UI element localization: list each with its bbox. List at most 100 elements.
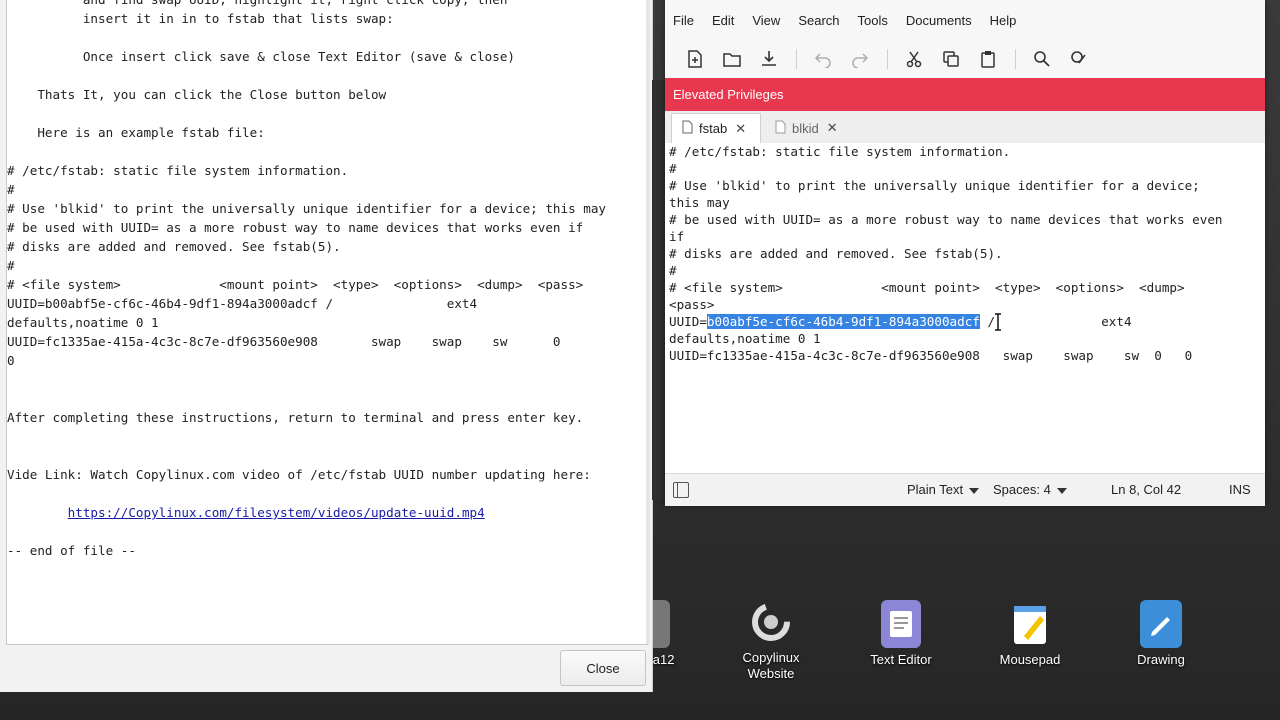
spaces-selector[interactable]: Spaces: 4 (993, 482, 1067, 497)
search-icon[interactable] (1024, 44, 1060, 74)
editor-line: # be used with UUID= as a more robust wa… (669, 212, 1223, 227)
instructions-text: and find swap UUID, highlight it, right … (7, 0, 647, 560)
text-line: # (7, 182, 15, 197)
end-of-file-text: -- end of file -- (7, 543, 136, 558)
text-line: # be used with UUID= as a more robust wa… (7, 220, 584, 235)
editor-text-area[interactable]: # /etc/fstab: static file system informa… (665, 143, 1265, 473)
toolbar-separator (796, 49, 797, 69)
file-icon (775, 120, 786, 137)
open-icon[interactable] (714, 44, 750, 74)
toolbar (665, 40, 1265, 78)
desktop-icon-text-editor[interactable]: Text Editor (851, 600, 951, 668)
toolbar-separator (1015, 49, 1016, 69)
refresh-logo-icon (745, 598, 797, 646)
text-line: # Use 'blkid' to print the universally u… (7, 201, 606, 216)
editor-line: <pass> (669, 297, 715, 312)
desktop-icon-label: Copylinux Website (742, 650, 800, 681)
desktop-icon-label: Drawing (1137, 652, 1185, 667)
menu-bar: File Edit View Search Tools Documents He… (665, 0, 1265, 40)
text-line: insert it in in to fstab that lists swap… (82, 11, 394, 26)
text-line: and find swap UUID, highlight it, right … (7, 0, 508, 7)
tab-blkid[interactable]: blkid ✕ (765, 113, 855, 143)
toolbar-separator (887, 49, 888, 69)
editor-lines-before: # /etc/fstab: static file system informa… (669, 144, 1223, 312)
menu-edit[interactable]: Edit (712, 13, 734, 28)
menu-file[interactable]: File (673, 13, 694, 28)
tab-fstab[interactable]: fstab ✕ (671, 113, 761, 143)
editor-line: this may (669, 195, 730, 210)
text-editor-icon (881, 600, 921, 648)
insert-mode: INS (1229, 482, 1251, 497)
close-button[interactable]: Close (560, 650, 646, 686)
desktop-icon-copylinux-website[interactable]: Copylinux Website (721, 598, 821, 682)
desktop-icon-label: Text Editor (870, 652, 932, 667)
paste-icon[interactable] (970, 44, 1006, 74)
close-tab-icon[interactable]: ✕ (827, 120, 838, 136)
cut-icon[interactable] (896, 44, 932, 74)
syntax-label: Plain Text (907, 482, 964, 497)
cursor-position: Ln 8, Col 42 (1111, 482, 1182, 497)
desktop-icon-drawing[interactable]: Drawing (1111, 600, 1211, 668)
tab-label: fstab (699, 121, 728, 136)
close-tab-icon[interactable]: ✕ (735, 121, 746, 137)
chevron-down-icon (969, 487, 980, 494)
status-bar: Plain Text Spaces: 4 Ln 8, Col 42 INS (665, 473, 1265, 506)
uuid-prefix: UUID= (669, 314, 707, 329)
text-editor-window: File Edit View Search Tools Documents He… (665, 0, 1265, 506)
elevated-privileges-bar: Elevated Privileges (665, 78, 1265, 111)
file-icon (682, 120, 693, 137)
video-link[interactable]: https://Copylinux.com/filesystem/videos/… (68, 505, 485, 520)
desktop-icon-label: Mousepad (999, 652, 1061, 667)
text-line: defaults,noatime 0 1 (7, 315, 159, 330)
editor-content: # /etc/fstab: static file system informa… (665, 143, 1265, 364)
text-line: # disks are added and removed. See fstab… (7, 239, 341, 254)
text-line: Vide Link: Watch Copylinux.com video of … (7, 467, 591, 482)
editor-line: UUID=fc1335ae-415a-4c3c-8c7e-df963560e90… (669, 348, 1193, 363)
text-line: Thats It, you can click the Close button… (37, 87, 387, 102)
text-line: Once insert click save & close Text Edit… (82, 49, 515, 64)
scrollbar[interactable] (646, 0, 650, 644)
editor-line: # Use 'blkid' to print the universally u… (669, 178, 1200, 193)
editor-line: if (669, 229, 685, 244)
text-line: UUID=fc1335ae-415a-4c3c-8c7e-df963560e90… (7, 334, 561, 349)
uuid-suffix: / ext4 (979, 314, 1132, 329)
menu-tools[interactable]: Tools (858, 13, 888, 28)
save-icon[interactable] (751, 44, 787, 74)
copy-icon[interactable] (933, 44, 969, 74)
terminal-window-edge (652, 80, 665, 500)
redo-icon[interactable] (842, 44, 878, 74)
menu-search[interactable]: Search (798, 13, 839, 28)
undo-icon[interactable] (805, 44, 841, 74)
editor-lines-after: defaults,noatime 0 1 UUID=fc1335ae-415a-… (669, 331, 1192, 363)
text-cursor-icon (995, 313, 1001, 331)
drawing-icon (1140, 600, 1182, 648)
editor-line: # disks are added and removed. See fstab… (669, 246, 1003, 261)
text-line: # (7, 258, 15, 273)
selected-uuid: b00abf5e-cf6c-46b4-9df1-894a3000adcf (706, 314, 980, 329)
editor-line: # <file system> <mount point> <type> <op… (669, 280, 1185, 295)
instructions-window: and find swap UUID, highlight it, right … (0, 0, 653, 692)
text-line: After completing these instructions, ret… (7, 410, 584, 425)
text-line: UUID=b00abf5e-cf6c-46b4-9df1-894a3000adc… (7, 296, 478, 311)
chevron-down-icon (1056, 487, 1067, 494)
spaces-label: Spaces: 4 (993, 482, 1051, 497)
tab-label: blkid (792, 120, 819, 136)
tab-bar: fstab ✕ blkid ✕ (665, 111, 1265, 144)
text-line: 0 (7, 353, 15, 368)
menu-view[interactable]: View (752, 13, 780, 28)
editor-line: # (669, 263, 677, 278)
text-line: # <file system> <mount point> <type> <op… (7, 277, 584, 292)
syntax-selector[interactable]: Plain Text (907, 482, 980, 497)
new-document-icon[interactable] (677, 44, 713, 74)
editor-line: # (669, 161, 677, 176)
sidebar-toggle-icon[interactable] (673, 482, 689, 498)
editor-line: defaults,noatime 0 1 (669, 331, 821, 346)
desktop-icon-mousepad[interactable]: Mousepad (980, 600, 1080, 668)
menu-documents[interactable]: Documents (906, 13, 972, 28)
menu-help[interactable]: Help (990, 13, 1017, 28)
instructions-text-view[interactable]: and find swap UUID, highlight it, right … (6, 0, 648, 645)
replace-icon[interactable] (1061, 44, 1097, 74)
editor-line: # /etc/fstab: static file system informa… (669, 144, 1011, 159)
text-line: Here is an example fstab file: (37, 125, 265, 140)
text-line: # /etc/fstab: static file system informa… (7, 163, 349, 178)
